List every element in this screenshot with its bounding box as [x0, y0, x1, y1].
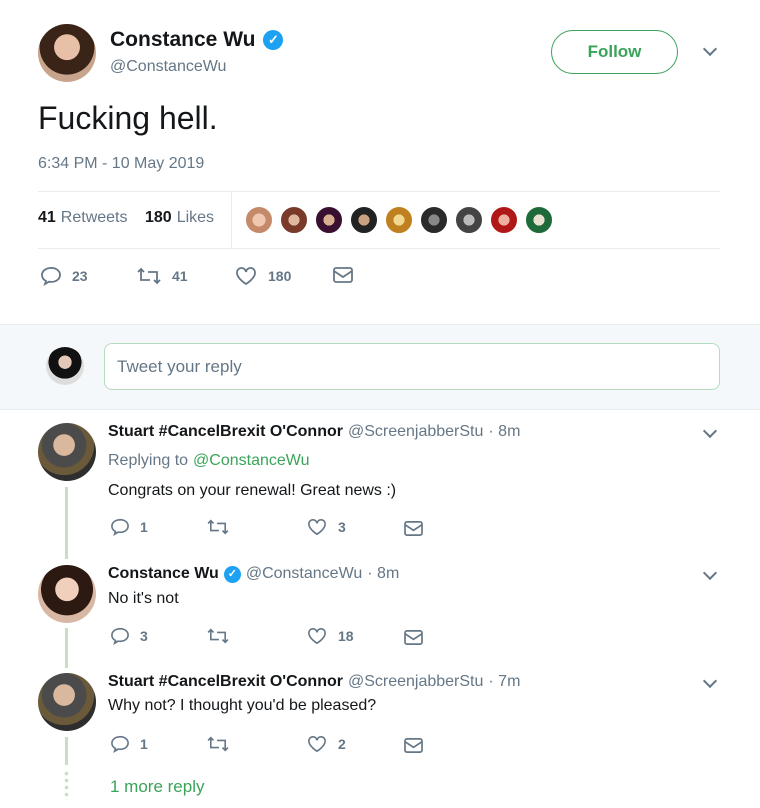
retweet-action[interactable]: 41	[136, 266, 188, 286]
tweet-timestamp[interactable]: 6:34 PM - 10 May 2019	[38, 155, 204, 173]
reply-author-handle[interactable]: @ScreenjabberStu	[348, 673, 483, 691]
reply-text: Congrats on your renewal! Great news :)	[108, 482, 397, 499]
reply-author-handle[interactable]: @ConstanceWu	[246, 565, 362, 583]
author-name[interactable]: Constance Wu	[110, 28, 255, 52]
reply-menu-chevron-icon[interactable]	[700, 673, 720, 692]
thread-line	[65, 737, 68, 765]
current-user-avatar	[46, 347, 84, 385]
reply-input-placeholder: Tweet your reply	[117, 356, 242, 376]
heart-icon	[236, 267, 256, 286]
reply-author-handle[interactable]: @ScreenjabberStu	[348, 423, 483, 441]
reply-author-name[interactable]: Constance Wu	[108, 565, 219, 583]
liker-avatar[interactable]	[350, 206, 378, 234]
liker-avatar[interactable]	[420, 206, 448, 234]
author-avatar[interactable]	[38, 24, 96, 82]
like-action[interactable]: 18	[306, 627, 354, 645]
reply-input[interactable]: Tweet your reply	[104, 343, 720, 390]
more-replies-link[interactable]: 1 more reply	[110, 777, 204, 797]
reply-action[interactable]: 1	[110, 518, 148, 536]
reply-time[interactable]: · 8m	[367, 565, 399, 583]
liker-avatar[interactable]	[490, 206, 518, 234]
retweet-icon	[207, 519, 229, 535]
author-handle[interactable]: @ConstanceWu	[110, 58, 226, 76]
replying-to-link[interactable]: @ConstanceWu	[193, 452, 309, 470]
retweet-icon	[207, 736, 229, 752]
envelope-icon	[333, 267, 353, 283]
divider	[38, 191, 720, 192]
reply-action[interactable]: 1	[110, 735, 148, 753]
liker-avatar[interactable]	[525, 206, 553, 234]
thread-dots	[64, 770, 69, 800]
reply-author-name[interactable]: Stuart #CancelBrexit O'Connor	[108, 673, 343, 691]
reply-avatar[interactable]	[38, 565, 96, 623]
like-action[interactable]: 2	[306, 735, 346, 753]
likers-avatars	[245, 206, 553, 234]
like-action[interactable]: 180	[234, 266, 291, 286]
dm-action[interactable]	[403, 520, 424, 537]
envelope-icon	[404, 738, 423, 753]
reply-action[interactable]: 23	[40, 266, 88, 286]
dm-action[interactable]	[332, 266, 354, 284]
reply-action[interactable]: 3	[110, 627, 148, 645]
tweet-text: Fucking hell.	[38, 100, 218, 136]
stats-divider	[231, 192, 232, 248]
reply-header: Stuart #CancelBrexit O'Connor @Screenjab…	[108, 423, 520, 441]
likes-stat[interactable]: 180 Likes	[145, 209, 214, 227]
liker-avatar[interactable]	[455, 206, 483, 234]
reply-header: Constance Wu ✓ @ConstanceWu · 8m	[108, 565, 399, 583]
reply-text: No it's not	[108, 590, 179, 607]
retweet-icon	[207, 628, 229, 644]
verified-badge-icon: ✓	[263, 30, 284, 50]
thread-line	[65, 487, 68, 559]
divider	[38, 248, 720, 249]
retweets-stat[interactable]: 41 Retweets	[38, 209, 128, 227]
follow-button[interactable]: Follow	[551, 30, 678, 74]
envelope-icon	[404, 521, 423, 536]
dm-action[interactable]	[403, 629, 424, 646]
retweet-action[interactable]	[206, 627, 230, 645]
liker-avatar[interactable]	[280, 206, 308, 234]
reply-header: Stuart #CancelBrexit O'Connor @Screenjab…	[108, 673, 520, 691]
tweet-menu-chevron-icon[interactable]	[700, 41, 720, 60]
reply-time[interactable]: · 7m	[488, 673, 520, 691]
heart-icon	[308, 627, 326, 645]
retweet-icon	[137, 267, 161, 285]
reply-author-name[interactable]: Stuart #CancelBrexit O'Connor	[108, 423, 343, 441]
reply-icon	[111, 518, 129, 536]
reply-menu-chevron-icon[interactable]	[700, 565, 720, 584]
envelope-icon	[404, 630, 423, 645]
retweet-action[interactable]	[206, 518, 230, 536]
reply-icon	[41, 266, 61, 286]
reply-time[interactable]: · 8m	[488, 423, 520, 441]
reply-avatar[interactable]	[38, 673, 96, 731]
reply-icon	[111, 735, 129, 753]
reply-text: Why not? I thought you'd be pleased?	[108, 697, 377, 714]
replying-to: Replying to @ConstanceWu	[108, 452, 310, 470]
liker-avatar[interactable]	[385, 206, 413, 234]
thread-line	[65, 628, 68, 668]
verified-badge-icon: ✓	[223, 565, 241, 583]
liker-avatar[interactable]	[315, 206, 343, 234]
dm-action[interactable]	[403, 737, 424, 754]
like-action[interactable]: 3	[306, 518, 346, 536]
reply-avatar[interactable]	[38, 423, 96, 481]
heart-icon	[308, 735, 326, 753]
reply-icon	[111, 627, 129, 645]
heart-icon	[308, 518, 326, 536]
liker-avatar[interactable]	[245, 206, 273, 234]
retweet-action[interactable]	[206, 735, 230, 753]
reply-menu-chevron-icon[interactable]	[700, 423, 720, 442]
